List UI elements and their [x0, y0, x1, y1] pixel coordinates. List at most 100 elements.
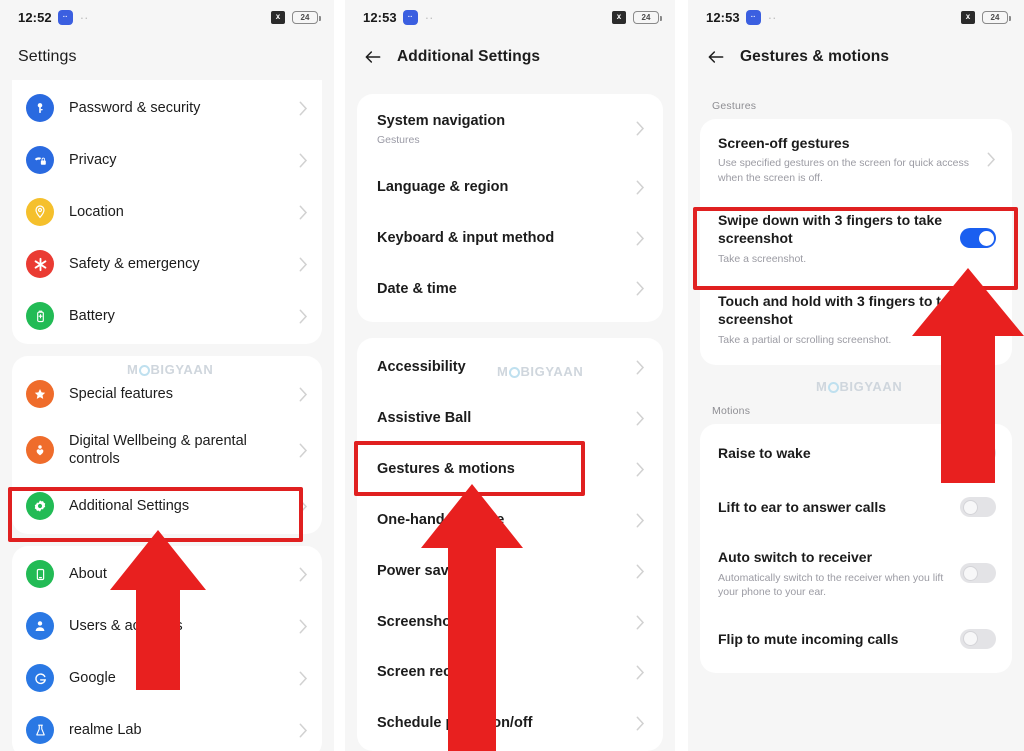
list-item-label: Privacy	[69, 151, 117, 168]
list-item-label: Google	[69, 670, 116, 687]
list-item-power-saving[interactable]: Power saving	[357, 546, 663, 597]
list-item-label: Auto switch to receiver	[718, 549, 873, 566]
toggle-raise-to-wake[interactable]	[960, 443, 996, 464]
list-item-sublabel: Automatically switch to the receiver whe…	[718, 571, 944, 598]
chevron-right-icon	[299, 257, 308, 271]
toggle-knob	[962, 499, 978, 515]
list-item-auto-switch-receiver[interactable]: Auto switch to receiver Automatically sw…	[700, 534, 1012, 612]
list-item-screen-off-gestures[interactable]: Screen-off gestures Use specified gestur…	[700, 121, 1012, 198]
battery-icon: 24	[982, 10, 1011, 24]
list-item-text: One-handed mode	[377, 511, 636, 530]
settings-group-system: About Users & accounts Google realme Lab	[12, 546, 322, 751]
list-item[interactable]: Location	[12, 186, 322, 238]
chevron-right-icon	[636, 231, 645, 246]
list-item-label: realme Lab	[69, 722, 142, 739]
list-item-system-navigation[interactable]: System navigation Gestures	[357, 96, 663, 162]
list-item[interactable]: Password & security	[12, 82, 322, 134]
notification-badge-icon: ··	[57, 9, 73, 25]
sidebar-item-additional-settings[interactable]: Additional Settings	[12, 480, 322, 532]
list-item-assistive-ball[interactable]: Assistive Ball	[357, 393, 663, 444]
list-item-schedule-power[interactable]: Schedule power on/off	[357, 698, 663, 749]
list-item[interactable]: About	[12, 548, 322, 600]
chevron-right-icon	[636, 462, 645, 477]
gestures-scroll-area[interactable]: Gestures Screen-off gestures Use specifi…	[688, 80, 1024, 673]
toggle-flip-to-mute[interactable]	[960, 628, 996, 649]
additional-settings-scroll-area[interactable]: System navigation Gestures Language & re…	[345, 80, 675, 751]
list-item-lift-to-ear[interactable]: Lift to ear to answer calls	[700, 480, 1012, 534]
status-bar-left: 12:53 ·· ··	[363, 9, 433, 25]
page-title: Gestures & motions	[740, 48, 890, 65]
chevron-right-icon	[636, 615, 645, 629]
list-item-text: Language & region	[377, 178, 636, 197]
list-item-label: Keyboard & input method	[377, 229, 555, 246]
list-item-label: Safety & emergency	[69, 255, 200, 272]
list-item[interactable]: Special features	[12, 358, 322, 420]
chevron-right-icon	[299, 153, 308, 167]
chevron-right-icon	[299, 619, 308, 634]
list-item-keyboard-input[interactable]: Keyboard & input method	[357, 213, 663, 264]
list-item-label: Assistive Ball	[377, 410, 472, 427]
chevron-right-icon	[636, 360, 645, 375]
list-item[interactable]: Battery	[12, 290, 322, 342]
list-item[interactable]: Privacy	[12, 134, 322, 186]
list-item-language-region[interactable]: Language & region	[357, 162, 663, 213]
list-item-label: Battery	[69, 307, 115, 324]
chevron-right-icon	[636, 411, 645, 426]
list-item-label: Location	[69, 203, 124, 220]
list-item-text: Flip to mute incoming calls	[718, 630, 950, 648]
list-item-sublabel: Take a screenshot.	[718, 252, 807, 265]
chevron-right-icon	[299, 671, 308, 686]
list-item-label: Date & time	[377, 280, 457, 297]
chevron-right-icon	[636, 513, 645, 528]
chevron-right-icon	[299, 101, 308, 115]
toggle-lift-to-ear[interactable]	[960, 497, 996, 518]
list-item-touch-hold-3-fingers[interactable]: Touch and hold with 3 fingers to take sc…	[700, 279, 1012, 363]
motions-card: Raise to wake Lift to ear to answer call…	[700, 424, 1012, 673]
list-item-raise-to-wake[interactable]: Raise to wake	[700, 426, 1012, 480]
list-item-screen-recording[interactable]: Screen recording	[357, 647, 663, 698]
battery-icon: 24	[292, 10, 321, 24]
page-title: Settings	[18, 48, 77, 65]
list-item-swipe-down-3-fingers[interactable]: Swipe down with 3 fingers to take screen…	[700, 198, 1012, 279]
list-item-text: Accessibility	[377, 358, 636, 377]
list-item-screenshot[interactable]: Screenshot	[357, 597, 663, 648]
list-item-gestures-motions[interactable]: Gestures & motions	[357, 444, 663, 495]
section-header-motions: Motions	[712, 405, 751, 418]
settings-scroll-area[interactable]: Password & security Privacy Location Saf…	[0, 80, 334, 751]
watermark-rest: BIGYAAN	[839, 379, 903, 395]
toggle-swipe-down-3-fingers[interactable]	[960, 228, 996, 249]
list-item-label: One-handed mode	[377, 511, 505, 528]
list-item-label: About	[69, 566, 107, 583]
status-dash: ··	[767, 9, 777, 25]
phone-screen-settings: 12:52 ·· ·· x 24 Settings Password & sec…	[0, 0, 334, 751]
list-item-label: System navigation	[377, 113, 506, 129]
status-bar: 12:52 ·· ·· x 24	[0, 0, 334, 34]
notification-badge-icon: ··	[402, 9, 418, 25]
screenshot-stage: 12:52 ·· ·· x 24 Settings Password & sec…	[0, 0, 1024, 751]
list-item-flip-to-mute[interactable]: Flip to mute incoming calls	[700, 612, 1012, 671]
list-item-text: Auto switch to receiver Automatically sw…	[718, 548, 950, 599]
chevron-right-icon	[299, 443, 308, 458]
toggle-auto-switch-receiver[interactable]	[960, 563, 996, 584]
list-item[interactable]: Users & accounts	[12, 600, 322, 652]
list-item-one-handed-mode[interactable]: One-handed mode	[357, 495, 663, 546]
list-item[interactable]: Digital Wellbeing & parental controls	[12, 420, 322, 480]
list-item[interactable]: realme Lab	[12, 704, 322, 751]
list-item-date-time[interactable]: Date & time	[357, 264, 663, 321]
list-item-label: Screen-off gestures	[718, 135, 850, 151]
status-bar-right: x 24	[961, 10, 1011, 24]
back-arrow-icon[interactable]	[706, 47, 726, 67]
chevron-right-icon	[987, 152, 996, 167]
list-item[interactable]: Google	[12, 652, 322, 704]
status-bar-right: x 24	[271, 10, 321, 24]
phone-screen-additional-settings: 12:53 ·· ·· x 24 Additional Settings Sys…	[345, 0, 675, 751]
list-item-text: System navigation Gestures	[377, 112, 636, 146]
list-item-text: Power saving	[377, 562, 636, 581]
list-item[interactable]: Safety & emergency	[12, 238, 322, 290]
list-item-label: Language & region	[377, 178, 509, 195]
list-item-accessibility[interactable]: Accessibility	[357, 340, 663, 393]
back-arrow-icon[interactable]	[363, 47, 383, 67]
settings-group-features: M BIGYAAN Special features Digital Wellbe…	[12, 356, 322, 535]
section-header-gestures: Gestures	[712, 100, 757, 112]
gestures-app-bar: Gestures & motions	[688, 34, 1024, 80]
